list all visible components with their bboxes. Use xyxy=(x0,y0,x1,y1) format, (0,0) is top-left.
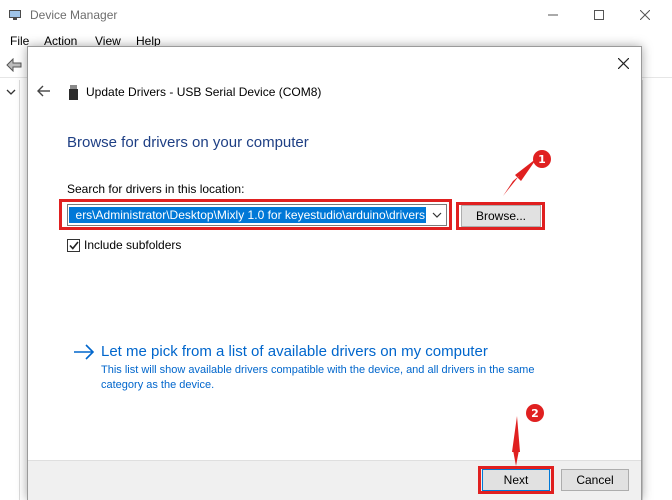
tree-pane xyxy=(0,80,20,500)
search-location-label: Search for drivers in this location: xyxy=(67,182,245,196)
path-highlight-box xyxy=(59,199,452,230)
close-icon xyxy=(640,10,650,20)
maximize-button[interactable] xyxy=(576,0,622,30)
dialog-close-button[interactable] xyxy=(613,53,633,73)
chevron-down-icon[interactable] xyxy=(6,88,16,96)
cancel-button[interactable]: Cancel xyxy=(561,469,629,491)
toolbar-back-icon[interactable] xyxy=(6,58,22,72)
right-arrow-icon xyxy=(74,344,95,360)
page-heading: Browse for drivers on your computer xyxy=(67,134,309,151)
annotation-marker-1: 1 xyxy=(533,150,551,168)
include-subfolders-checkbox[interactable]: Include subfolders xyxy=(67,238,181,252)
minimize-icon xyxy=(548,14,558,16)
usb-device-icon xyxy=(69,85,78,100)
pick-driver-link-text[interactable]: Let me pick from a list of available dri… xyxy=(101,343,488,360)
pick-driver-description: This list will show available drivers co… xyxy=(101,364,535,391)
annotation-marker-2: 2 xyxy=(526,404,544,422)
window-edge xyxy=(642,80,672,500)
maximize-icon xyxy=(594,10,604,20)
device-manager-icon xyxy=(9,10,21,20)
next-highlight-box xyxy=(478,466,554,494)
include-subfolders-label: Include subfolders xyxy=(84,238,182,252)
dialog-title: Update Drivers - USB Serial Device (COM8… xyxy=(86,85,322,99)
checkbox-box[interactable] xyxy=(67,238,80,252)
title-bar: Device Manager xyxy=(0,0,672,30)
browse-highlight-box xyxy=(456,202,545,230)
close-icon xyxy=(617,57,629,69)
update-drivers-dialog: Update Drivers - USB Serial Device (COM8… xyxy=(27,46,642,500)
checkmark-icon xyxy=(68,241,79,250)
minimize-button[interactable] xyxy=(530,0,576,30)
window-title: Device Manager xyxy=(30,8,118,22)
window-close-button[interactable] xyxy=(622,0,668,30)
back-arrow-icon[interactable] xyxy=(36,83,52,99)
